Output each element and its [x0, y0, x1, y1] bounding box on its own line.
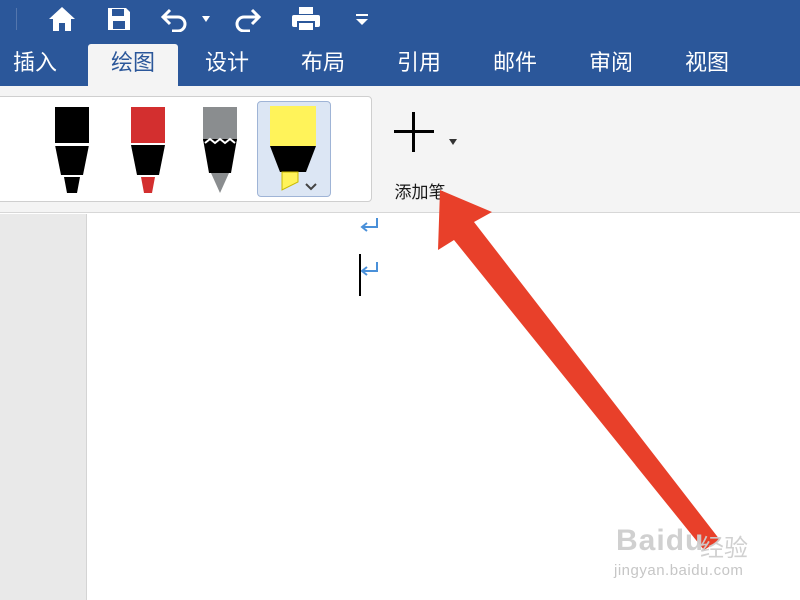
watermark: Baidu 经验 jingyan.baidu.com	[612, 514, 792, 584]
black-pen-icon	[55, 107, 89, 193]
paragraph-mark-icon	[360, 262, 378, 276]
redo-button[interactable]	[230, 2, 264, 36]
add-pen-label: 添加笔	[394, 183, 446, 203]
customize-toolbar-icon	[356, 14, 368, 25]
red-pen-icon	[131, 107, 165, 193]
watermark-cn: 经验	[700, 534, 748, 562]
chevron-down-icon[interactable]	[304, 182, 318, 192]
tab-references[interactable]: 引用	[386, 44, 452, 86]
red-pen-button[interactable]	[119, 101, 179, 197]
print-button[interactable]	[288, 2, 324, 36]
highlighter-button[interactable]	[257, 101, 331, 197]
print-icon	[292, 7, 320, 32]
quick-access-toolbar	[0, 0, 800, 40]
undo-button[interactable]	[158, 2, 192, 36]
redo-icon	[235, 8, 262, 32]
add-pen-button[interactable]: 添加笔	[386, 104, 466, 203]
tab-draw[interactable]: 绘图	[88, 44, 178, 86]
home-icon	[49, 7, 75, 31]
text-cursor	[359, 254, 361, 296]
tab-insert[interactable]: 插入	[2, 44, 68, 86]
pencil-button[interactable]	[191, 101, 251, 197]
save-icon	[108, 8, 130, 30]
save-button[interactable]	[102, 2, 136, 36]
plus-icon	[394, 112, 434, 152]
watermark-brand: Baidu	[616, 524, 705, 557]
undo-dropdown-button[interactable]	[198, 2, 214, 36]
highlighter-icon	[270, 106, 316, 191]
ribbon-draw: 添加笔	[0, 86, 800, 213]
customize-toolbar-button[interactable]	[350, 2, 374, 36]
tab-review[interactable]: 审阅	[578, 44, 644, 86]
home-button[interactable]	[44, 2, 80, 36]
watermark-url: jingyan.baidu.com	[614, 562, 744, 579]
tab-design[interactable]: 设计	[194, 44, 260, 86]
black-pen-button[interactable]	[43, 101, 103, 197]
paragraph-mark-icon	[360, 218, 378, 232]
pencil-icon	[203, 107, 237, 193]
dropdown-arrow-icon	[202, 16, 210, 22]
tab-mailings[interactable]: 邮件	[482, 44, 548, 86]
undo-icon	[160, 8, 187, 32]
pen-gallery	[0, 96, 372, 202]
dropdown-arrow-icon[interactable]	[448, 138, 458, 146]
tab-layout[interactable]: 布局	[290, 44, 356, 86]
tab-view[interactable]: 视图	[674, 44, 740, 86]
toolbar-separator	[16, 8, 17, 30]
